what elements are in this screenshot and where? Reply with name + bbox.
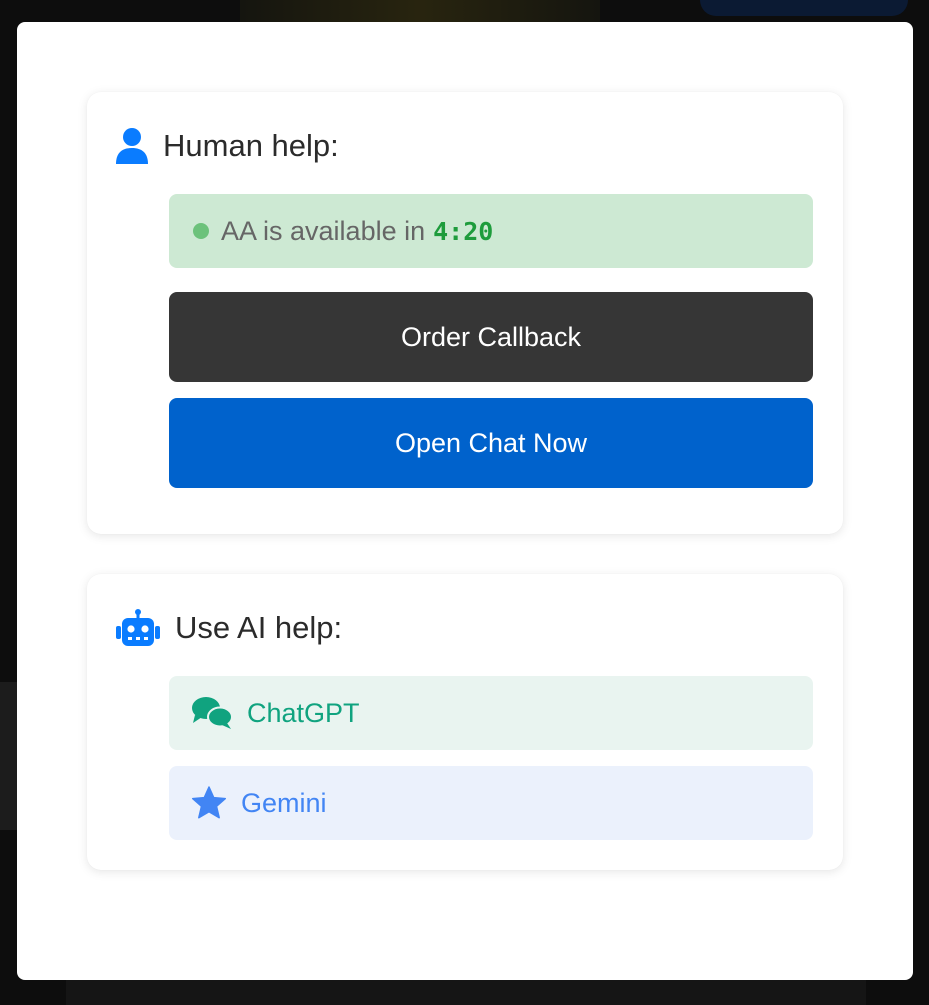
user-icon bbox=[115, 127, 149, 165]
human-help-header: Human help: bbox=[115, 126, 339, 166]
status-dot-icon bbox=[193, 223, 209, 239]
robot-icon bbox=[115, 609, 161, 647]
availability-countdown: 4:20 bbox=[433, 216, 494, 246]
chatgpt-label: ChatGPT bbox=[247, 697, 360, 728]
background-button bbox=[700, 0, 908, 16]
background-card bbox=[0, 682, 17, 830]
ai-help-title: Use AI help: bbox=[175, 610, 343, 645]
background-banner bbox=[240, 0, 600, 22]
star-icon bbox=[191, 786, 227, 820]
human-help-card: Human help: AA is available in 4:20 Orde… bbox=[87, 92, 843, 534]
chat-bubbles-icon bbox=[191, 696, 233, 730]
gemini-label: Gemini bbox=[241, 787, 327, 818]
background-footer bbox=[66, 980, 866, 1005]
availability-text: AA is available in bbox=[221, 215, 426, 246]
order-callback-button[interactable]: Order Callback bbox=[169, 292, 813, 382]
ai-help-header: Use AI help: bbox=[115, 608, 342, 648]
open-chat-button[interactable]: Open Chat Now bbox=[169, 398, 813, 488]
chatgpt-option[interactable]: ChatGPT bbox=[169, 676, 813, 750]
ai-help-card: Use AI help: ChatGPT Gemini bbox=[87, 574, 843, 870]
gemini-option[interactable]: Gemini bbox=[169, 766, 813, 840]
human-help-title: Human help: bbox=[163, 128, 339, 163]
help-modal: Human help: AA is available in 4:20 Orde… bbox=[17, 22, 913, 980]
availability-status: AA is available in 4:20 bbox=[169, 194, 813, 268]
